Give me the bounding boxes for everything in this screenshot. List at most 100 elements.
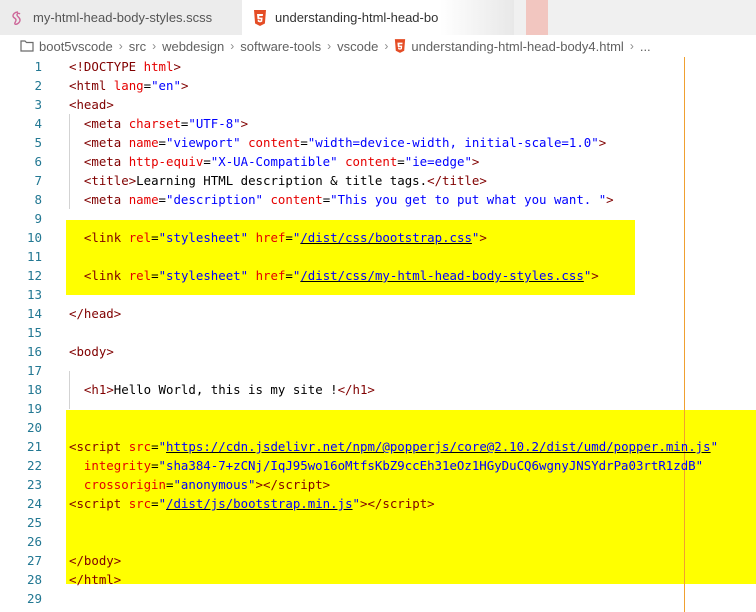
code-token: > <box>113 553 122 568</box>
code-line[interactable]: <!DOCTYPE html> <box>69 57 181 76</box>
code-token: link <box>91 268 122 283</box>
code-token: > <box>322 477 331 492</box>
code-token: href <box>255 268 286 283</box>
code-line[interactable]: <meta name="viewport" content="width=dev… <box>69 133 606 152</box>
tab-label: understanding-html-head-bo <box>275 10 439 25</box>
chevron-right-icon: › <box>327 39 332 53</box>
code-token: script <box>76 496 122 511</box>
code-line[interactable]: <title>Learning HTML description & title… <box>69 171 487 190</box>
breadcrumb-item[interactable]: understanding-html-head-body4.html <box>411 39 623 54</box>
breadcrumb-item[interactable]: vscode <box>337 39 378 54</box>
code-token: head <box>83 306 114 321</box>
line-number: 29 <box>26 591 42 606</box>
code-line[interactable]: <html lang="en"> <box>69 76 188 95</box>
code-line[interactable]: <h1>Hello World, this is my site !</h1> <box>69 380 375 399</box>
code-token: meta <box>91 116 122 131</box>
code-token: content <box>345 154 398 169</box>
code-token: </ <box>262 477 278 492</box>
chevron-right-icon: › <box>629 39 634 53</box>
code-line[interactable]: <script src="/dist/js/bootstrap.min.js">… <box>69 494 435 513</box>
code-token: </ <box>427 173 443 188</box>
code-token: "en" <box>151 78 181 93</box>
code-token: href <box>255 230 286 245</box>
code-line[interactable]: <link rel="stylesheet" href="/dist/css/b… <box>69 228 487 247</box>
code-token: = <box>158 135 167 150</box>
code-token: head <box>76 97 107 112</box>
code-editor[interactable]: 1 2 3 4 5 6 7 8 9 10 11 12 13 14 15 16 17 18 19 20 21 22 23 24 2… <box>0 57 756 612</box>
code-token: <! <box>69 59 84 74</box>
breadcrumb-item[interactable]: boot5vscode <box>39 39 113 54</box>
line-number: 2 <box>34 78 42 93</box>
blurred-region <box>514 0 526 35</box>
code-line[interactable]: <meta charset="UTF-8"> <box>69 114 248 133</box>
chevron-right-icon: › <box>384 39 389 53</box>
code-line[interactable]: <meta name="description" content="This y… <box>69 190 614 209</box>
code-line[interactable]: <head> <box>69 95 114 114</box>
code-line[interactable]: <link rel="stylesheet" href="/dist/css/m… <box>69 266 599 285</box>
code-line[interactable]: <meta http-equiv="X-UA-Compatible" conte… <box>69 152 479 171</box>
code-token: " <box>710 439 719 454</box>
code-token: html <box>83 572 114 587</box>
code-token: meta <box>91 154 122 169</box>
line-number: 5 <box>34 135 42 150</box>
code-line[interactable]: </body> <box>69 551 121 570</box>
code-token: body <box>83 553 114 568</box>
code-token: /dist/js/bootstrap.min.js <box>166 496 353 511</box>
line-number: 4 <box>34 116 42 131</box>
code-line[interactable]: integrity="sha384-7+zCNj/IqJ95wo16oMtfsK… <box>69 456 703 475</box>
code-token: crossorigin <box>83 477 166 492</box>
code-token: = <box>151 458 159 473</box>
code-token: = <box>203 154 211 169</box>
code-token: = <box>158 192 167 207</box>
code-token: html <box>143 59 174 74</box>
code-line[interactable]: </head> <box>69 304 121 323</box>
code-token: rel <box>128 268 152 283</box>
code-token: > <box>598 135 607 150</box>
code-line[interactable]: <script src="https://cdn.jsdelivr.net/np… <box>69 437 718 456</box>
line-number: 14 <box>26 306 42 321</box>
code-token: "width=device-width, initial-scale=1.0" <box>307 135 599 150</box>
folder-icon <box>20 40 34 52</box>
blurred-region <box>440 0 514 35</box>
breadcrumb-item[interactable]: software-tools <box>240 39 321 54</box>
code-token: name <box>128 135 159 150</box>
code-token: /dist/css/bootstrap.css <box>300 230 472 245</box>
code-line[interactable]: </html> <box>69 570 121 589</box>
breadcrumb-item[interactable]: webdesign <box>162 39 224 54</box>
code-token: = <box>151 268 159 283</box>
code-line[interactable]: <body> <box>69 342 114 361</box>
code-token: h1 <box>91 382 107 397</box>
code-token: title <box>442 173 480 188</box>
code-token: = <box>285 268 293 283</box>
code-token: </ <box>337 382 353 397</box>
code-line[interactable]: crossorigin="anonymous"></script> <box>69 475 330 494</box>
breadcrumb-item[interactable]: ... <box>640 39 651 54</box>
sass-icon <box>10 10 26 26</box>
line-number: 19 <box>26 401 42 416</box>
code-token: src <box>128 439 152 454</box>
code-token: > <box>113 572 122 587</box>
tab-scss-file[interactable]: my-html-head-body-styles.scss <box>0 0 242 35</box>
code-token: "This you get to put what you want. " <box>330 192 607 207</box>
code-token: > <box>106 344 114 359</box>
code-token: meta <box>91 192 122 207</box>
code-token: DOCTYPE <box>83 59 137 74</box>
code-token: > <box>479 173 487 188</box>
code-token: > <box>173 59 181 74</box>
line-number: 27 <box>26 553 42 568</box>
line-number: 23 <box>26 477 42 492</box>
tab-label: my-html-head-body-styles.scss <box>33 10 213 25</box>
breadcrumb-item[interactable]: src <box>129 39 146 54</box>
code-token: integrity <box>83 458 152 473</box>
line-number: 20 <box>26 420 42 435</box>
